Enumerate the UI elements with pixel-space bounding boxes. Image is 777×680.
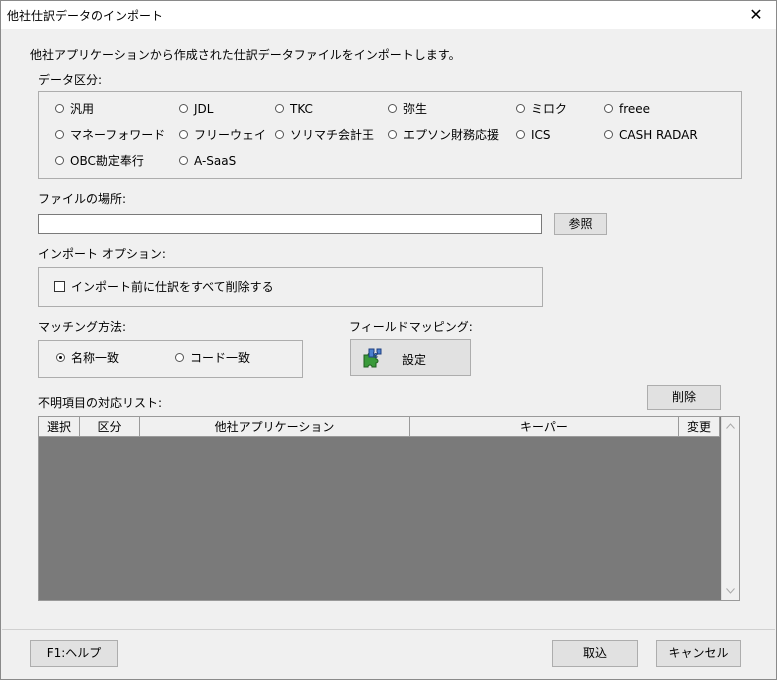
radio-match-code[interactable]: コード一致 (175, 349, 250, 367)
intro-text: 他社アプリケーションから作成された仕訳データファイルをインポートします。 (30, 48, 461, 62)
data-category-label: データ区分: (38, 73, 103, 87)
column-header-other-app[interactable]: 他社アプリケーション (140, 417, 410, 437)
radio-match-name[interactable]: 名称一致 (56, 349, 119, 367)
delete-button[interactable]: 削除 (647, 385, 721, 410)
file-location-label: ファイルの場所: (38, 192, 127, 206)
radio-data-category-13[interactable]: A-SaaS (179, 152, 236, 170)
radio-icon (55, 156, 64, 165)
radio-data-category-2[interactable]: TKC (275, 100, 313, 118)
import-options-label: インポート オプション: (38, 247, 166, 261)
scroll-up-icon[interactable] (726, 423, 735, 429)
radio-icon (604, 130, 613, 139)
radio-data-category-5[interactable]: freee (604, 100, 650, 118)
unknown-items-label: 不明項目の対応リスト: (38, 396, 163, 410)
radio-data-category-3[interactable]: 弥生 (388, 100, 427, 118)
radio-icon (175, 353, 184, 362)
radio-data-category-12[interactable]: OBC勘定奉行 (55, 152, 144, 170)
radio-icon (516, 130, 525, 139)
radio-data-category-7[interactable]: フリーウェイ (179, 126, 266, 144)
radio-data-category-10[interactable]: ICS (516, 126, 551, 144)
radio-data-category-4[interactable]: ミロク (516, 100, 567, 118)
radio-icon (179, 104, 188, 113)
field-mapping-label: フィールドマッピング: (349, 320, 473, 334)
radio-icon (179, 156, 188, 165)
cancel-button[interactable]: キャンセル (656, 640, 741, 667)
checkbox-icon (54, 281, 65, 292)
radio-data-category-11[interactable]: CASH RADAR (604, 126, 698, 144)
radio-icon (604, 104, 613, 113)
column-header-category[interactable]: 区分 (80, 417, 140, 437)
radio-icon (388, 130, 397, 139)
field-mapping-button-label: 設定 (402, 353, 427, 367)
delete-before-import-checkbox[interactable]: インポート前に仕訳をすべて削除する (54, 278, 274, 295)
radio-icon (388, 104, 397, 113)
table-header: 選択 区分 他社アプリケーション キーパー 変更 (39, 417, 720, 437)
radio-icon (275, 104, 284, 113)
column-header-change[interactable]: 変更 (679, 417, 720, 437)
radio-icon (275, 130, 284, 139)
radio-icon (179, 130, 188, 139)
data-category-group: 汎用 JDL TKC 弥生 ミロク freee マネーフォワード フリーウェイ … (38, 91, 742, 179)
radio-icon (516, 104, 525, 113)
radio-data-category-1[interactable]: JDL (179, 100, 213, 118)
close-icon[interactable]: ✕ (736, 1, 776, 29)
window-title: 他社仕訳データのインポート (7, 9, 164, 23)
import-button[interactable]: 取込 (552, 640, 638, 667)
radio-data-category-8[interactable]: ソリマチ会計王 (275, 126, 374, 144)
unknown-items-table[interactable]: 選択 区分 他社アプリケーション キーパー 変更 (38, 416, 740, 601)
import-options-group: インポート前に仕訳をすべて削除する (38, 267, 543, 307)
dialog-window: 他社仕訳データのインポート ✕ 他社アプリケーションから作成された仕訳データファ… (0, 0, 777, 680)
radio-data-category-6[interactable]: マネーフォワード (55, 126, 165, 144)
matching-method-label: マッチング方法: (38, 320, 127, 334)
matching-method-group: 名称一致 コード一致 (38, 340, 303, 378)
radio-icon (55, 130, 64, 139)
field-mapping-settings-button[interactable]: 設定 (350, 339, 471, 376)
file-path-input[interactable] (38, 214, 542, 234)
radio-selected-icon (56, 353, 65, 362)
radio-data-category-9[interactable]: エプソン財務応援 (388, 126, 499, 144)
puzzle-icon (363, 348, 382, 368)
column-header-keeper[interactable]: キーパー (410, 417, 679, 437)
radio-icon (55, 104, 64, 113)
scroll-down-icon[interactable] (726, 588, 735, 594)
title-bar: 他社仕訳データのインポート ✕ (1, 1, 776, 29)
help-button[interactable]: F1:ヘルプ (30, 640, 118, 667)
footer-divider (2, 629, 775, 630)
column-header-select[interactable]: 選択 (39, 417, 80, 437)
browse-button[interactable]: 参照 (554, 213, 607, 235)
radio-data-category-0[interactable]: 汎用 (55, 100, 94, 118)
table-scrollbar[interactable] (721, 417, 739, 600)
